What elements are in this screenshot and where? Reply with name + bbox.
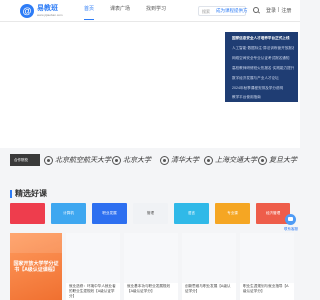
title-accent (10, 189, 12, 198)
logo-icon: @ (20, 4, 34, 18)
hero-link[interactable]: 教学平台使用指南 (232, 95, 294, 100)
auth-separator: | (278, 7, 280, 13)
course-card[interactable]: 就业基本功与职业发展规划【A级认证学分】 (124, 233, 178, 300)
course-name: 就业选修：环境中华人就业者的职业生涯规划【A级认证学分】 (69, 284, 116, 298)
site-logo[interactable]: @ 易教班 www.yijiaoban.com (20, 4, 63, 18)
university-seal-icon (112, 155, 121, 165)
course-card[interactable]: 就业选修：环境中华人就业者的职业生涯规划【A级认证学分】 (66, 233, 120, 300)
course-thumbnail (66, 233, 120, 283)
hero-link[interactable]: 人工智能·数据标注·算法训练营开放报名中 (232, 46, 294, 51)
category-tile[interactable]: 计算机 (51, 203, 86, 224)
university-logo[interactable]: 北京大学 (112, 153, 151, 167)
featured-course-card[interactable]: 国家开放大学学分证书【A级认证课程】 (10, 233, 62, 300)
login-link[interactable]: 登录 (266, 7, 276, 14)
brand-url: www.yijiaoban.com (37, 13, 63, 17)
featured-course-text: 国家开放大学学分证书【A级认证课程】 (13, 261, 59, 273)
brand-name: 易教班 (37, 5, 58, 12)
course-thumbnail (182, 233, 236, 283)
category-tile[interactable]: 专业课 (215, 203, 250, 224)
hero-link[interactable]: 高校教师研修班火热报名·实践能力提升 (232, 66, 294, 71)
nav-item-home[interactable]: 首页 (76, 0, 102, 22)
university-seal-icon (44, 155, 53, 165)
course-thumbnail (124, 233, 178, 283)
university-name: 清华大学 (171, 156, 199, 164)
nav-item-course-plaza[interactable]: 课表广场 (102, 0, 138, 22)
category-label: 计算机 (63, 211, 74, 215)
partner-universities: 合作院校 北京航空航天大学 北京大学 清华大学 上海交通大学 复旦大学 (0, 148, 300, 170)
auth-links: 登录 | 注册 (266, 7, 291, 14)
category-label: 经济管理 (265, 211, 281, 215)
university-name: 北京大学 (123, 156, 151, 164)
become-provider-link[interactable]: 成为课程提供方 (216, 8, 248, 14)
course-name: 就业基本功与职业发展规划【A级认证学分】 (127, 284, 171, 293)
university-seal-icon (258, 155, 267, 165)
university-name: 复旦大学 (269, 156, 297, 164)
category-tile[interactable] (10, 203, 45, 224)
university-logo[interactable]: 复旦大学 (258, 153, 297, 167)
category-tile[interactable]: 职业发展 (92, 203, 127, 224)
chat-bubble-icon[interactable] (285, 214, 296, 225)
category-label: 专业课 (227, 211, 238, 215)
course-card[interactable]: 创新思维与职业发展【A级认证学分】 (182, 233, 236, 300)
nav-item-find-learning[interactable]: 找到学习 (138, 0, 174, 22)
course-name: 职业生涯规划与就业指导【A级认证学分】 (243, 284, 289, 293)
course-card[interactable]: 职业生涯规划与就业指导【A级认证学分】 (240, 233, 294, 300)
search-icon[interactable] (253, 7, 259, 13)
course-name: 创新思维与职业发展【A级认证学分】 (185, 284, 231, 293)
course-thumbnail (240, 233, 294, 283)
hero-link[interactable]: 数字经济发展与产业人才论坛 (232, 76, 294, 81)
top-header: @ 易教班 www.yijiaoban.com 首页 课表广场 找到学习 成为课… (0, 0, 300, 22)
category-label: 管理 (146, 211, 155, 215)
float-widget-label[interactable]: 联系客服 (284, 227, 298, 232)
main-nav: 首页 课表广场 找到学习 (76, 0, 174, 22)
category-tile[interactable]: 语言 (174, 203, 209, 224)
section-title: 精选好课 (10, 188, 47, 199)
hero-link[interactable]: 国家信息安全人才培养平台正式上线 (232, 36, 294, 41)
category-label: 语言 (187, 211, 196, 215)
university-logo[interactable]: 北京航空航天大学 (44, 153, 111, 167)
university-seal-icon (204, 155, 213, 165)
category-label: 职业发展 (102, 211, 117, 215)
section-title-text: 精选好课 (15, 189, 47, 198)
partners-label: 合作院校 (10, 154, 40, 166)
university-logo[interactable]: 上海交通大学 (204, 153, 257, 167)
university-logo[interactable]: 清华大学 (160, 153, 199, 167)
hero-link[interactable]: 网络空间安全专业认证考试报名通知 (232, 56, 294, 61)
register-link[interactable]: 注册 (281, 7, 291, 14)
category-tile[interactable]: 管理 (133, 203, 168, 224)
hero-link[interactable]: 2024年秋季课程安排及学分说明 (232, 86, 294, 91)
university-seal-icon (160, 155, 169, 165)
university-name: 北京航空航天大学 (55, 156, 111, 164)
university-name: 上海交通大学 (215, 156, 257, 164)
